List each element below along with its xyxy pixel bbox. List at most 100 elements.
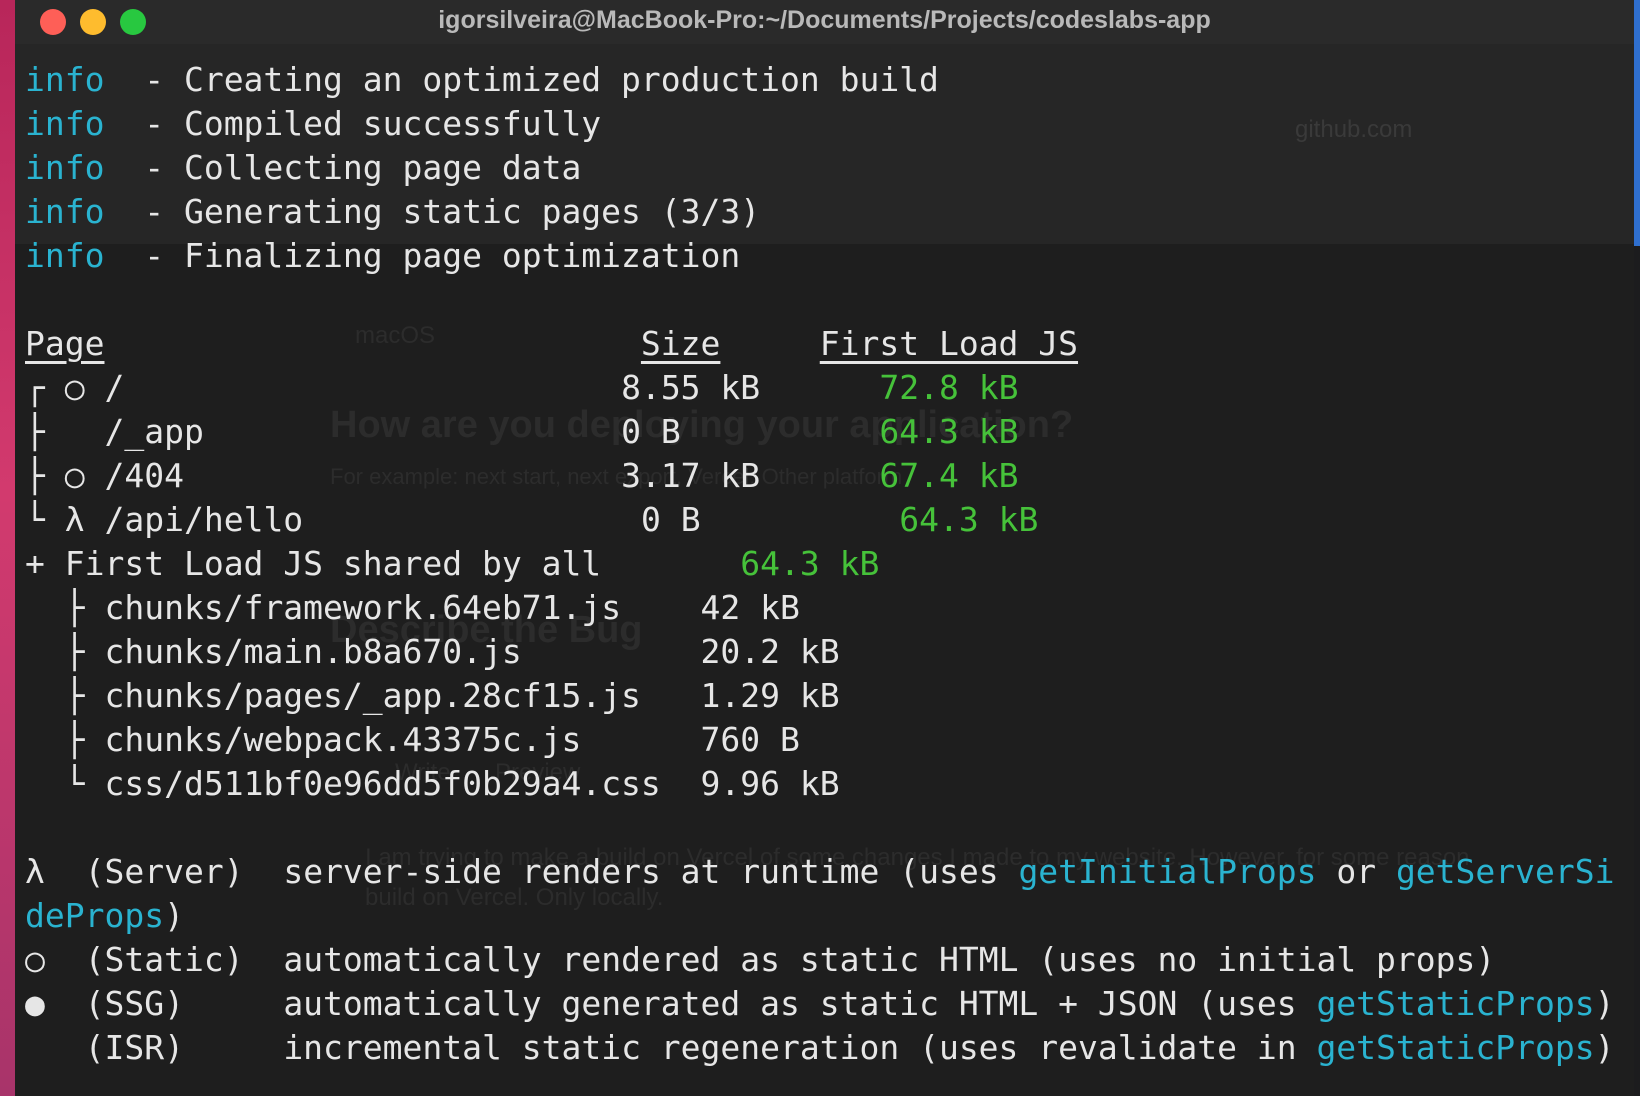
- route-path: /_app: [104, 412, 204, 451]
- chunk-size: 9.96 kB: [700, 764, 840, 803]
- get-static-props-link: getStaticProps: [1316, 984, 1595, 1023]
- legend-symbol: [25, 1028, 45, 1067]
- scrollbar-thumb[interactable]: [1634, 0, 1640, 246]
- chunk-row: ├ chunks/main.b8a670.js 20.2 kB: [25, 630, 1625, 674]
- tree-glyph: ┌: [25, 368, 45, 407]
- info-level: info: [25, 60, 105, 99]
- tree-glyph: ├: [25, 412, 45, 451]
- legend-text: ): [1594, 1028, 1615, 1067]
- get-initial-props-link: getInitialProps: [1018, 852, 1317, 891]
- info-level: info: [25, 236, 105, 275]
- legend-server-row-wrap: deProps): [25, 894, 1625, 938]
- window-title: igorsilveira@MacBook-Pro:~/Documents/Pro…: [438, 6, 1211, 34]
- shared-size: 64.3 kB: [740, 544, 880, 583]
- info-text: - Compiled successfully: [104, 104, 602, 143]
- get-static-props-link: getStaticProps: [1316, 1028, 1595, 1067]
- legend-label: (Static): [84, 940, 244, 979]
- route-first-load: 72.8 kB: [879, 368, 1019, 407]
- first-load-column-header: First Load JS: [819, 324, 1079, 363]
- chunk-size: 1.29 kB: [700, 676, 840, 715]
- chunk-name: chunks/pages/_app.28cf15.js: [104, 676, 641, 715]
- get-server-side-props-link: getServerSi: [1395, 852, 1615, 891]
- route-row: ├ ○ /404 3.17 kB 67.4 kB: [25, 454, 1625, 498]
- tree-glyph: └: [25, 500, 45, 539]
- info-line: info - Compiled successfully: [25, 102, 1625, 146]
- route-symbol: ○: [64, 456, 85, 495]
- route-row: ├ /_app 0 B 64.3 kB: [25, 410, 1625, 454]
- route-symbol: [65, 412, 85, 451]
- info-text: - Generating static pages (3/3): [104, 192, 761, 231]
- chunk-size: 760 B: [700, 720, 800, 759]
- tree-glyph: ├: [64, 632, 85, 671]
- route-path: /: [104, 368, 125, 407]
- info-level: info: [25, 148, 105, 187]
- info-text: - Finalizing page optimization: [104, 236, 741, 275]
- legend-label: (ISR): [84, 1028, 184, 1067]
- shared-label: First Load JS shared by all: [64, 544, 602, 583]
- info-line: info - Creating an optimized production …: [25, 58, 1625, 102]
- route-symbol: λ: [64, 500, 85, 539]
- legend-isr-row: (ISR) incremental static regeneration (u…: [25, 1026, 1625, 1070]
- route-path: /404: [104, 456, 184, 495]
- filled-circle-icon: ●: [25, 984, 45, 1023]
- legend-text: incremental static regeneration (uses re…: [283, 1028, 1317, 1067]
- terminal-window[interactable]: igorsilveira@MacBook-Pro:~/Documents/Pro…: [15, 0, 1634, 1096]
- info-line: info - Collecting page data: [25, 146, 1625, 190]
- tree-glyph: ├: [64, 588, 85, 627]
- info-level: info: [25, 192, 105, 231]
- chunk-name: chunks/main.b8a670.js: [104, 632, 522, 671]
- tree-glyph: └: [64, 764, 85, 803]
- route-path: /api/hello: [104, 500, 304, 539]
- legend-text: automatically rendered as static HTML (u…: [283, 940, 1496, 979]
- route-row: ┌ ○ / 8.55 kB 72.8 kB: [25, 366, 1625, 410]
- chunk-size: 20.2 kB: [700, 632, 840, 671]
- terminal-output[interactable]: info - Creating an optimized production …: [25, 58, 1625, 1070]
- chunk-size: 42 kB: [700, 588, 800, 627]
- route-first-load: 67.4 kB: [879, 456, 1019, 495]
- desktop-wallpaper-edge: [0, 0, 15, 1096]
- page-column-header: Page: [25, 324, 105, 363]
- lambda-symbol: λ: [25, 852, 45, 891]
- scrollbar-track[interactable]: [1634, 0, 1640, 1096]
- info-level: info: [25, 104, 105, 143]
- legend-server-row: λ (Server) server-side renders at runtim…: [25, 850, 1625, 894]
- route-first-load: 64.3 kB: [899, 500, 1039, 539]
- chunk-name: css/d511bf0e96dd5f0b29a4.css: [104, 764, 661, 803]
- chunk-row: └ css/d511bf0e96dd5f0b29a4.css 9.96 kB: [25, 762, 1625, 806]
- route-size: 3.17 kB: [621, 456, 761, 495]
- tree-glyph: ├: [64, 676, 85, 715]
- table-header-row: Page Size First Load JS: [25, 322, 1625, 366]
- window-titlebar[interactable]: igorsilveira@MacBook-Pro:~/Documents/Pro…: [15, 0, 1634, 45]
- chunk-row: ├ chunks/webpack.43375c.js 760 B: [25, 718, 1625, 762]
- route-size: 0 B: [621, 412, 681, 451]
- legend-label: (SSG): [84, 984, 184, 1023]
- legend-text: ): [164, 896, 184, 935]
- info-text: - Creating an optimized production build: [104, 60, 939, 99]
- chunk-row: ├ chunks/pages/_app.28cf15.js 1.29 kB: [25, 674, 1625, 718]
- legend-text: or: [1316, 852, 1396, 891]
- route-row: └ λ /api/hello 0 B 64.3 kB: [25, 498, 1625, 542]
- info-line: info - Generating static pages (3/3): [25, 190, 1625, 234]
- shared-prefix: +: [25, 544, 45, 583]
- legend-text: automatically generated as static HTML +…: [283, 984, 1317, 1023]
- chunk-name: chunks/webpack.43375c.js: [104, 720, 582, 759]
- size-column-header: Size: [640, 324, 721, 363]
- info-text: - Collecting page data: [104, 148, 582, 187]
- route-symbol: ○: [64, 368, 85, 407]
- legend-label: (Server): [84, 852, 244, 891]
- legend-text: ): [1594, 984, 1615, 1023]
- chunk-row: ├ chunks/framework.64eb71.js 42 kB: [25, 586, 1625, 630]
- info-line: info - Finalizing page optimization: [25, 234, 1625, 278]
- route-first-load: 64.3 kB: [879, 412, 1019, 451]
- get-server-side-props-link-wrap: deProps: [25, 896, 165, 935]
- route-size: 8.55 kB: [621, 368, 761, 407]
- shared-row: + First Load JS shared by all 64.3 kB: [25, 542, 1625, 586]
- legend-ssg-row: ● (SSG) automatically generated as stati…: [25, 982, 1625, 1026]
- route-size: 0 B: [640, 500, 701, 539]
- tree-glyph: ├: [64, 720, 85, 759]
- circle-icon: ○: [25, 940, 45, 979]
- tree-glyph: ├: [25, 456, 45, 495]
- legend-static-row: ○ (Static) automatically rendered as sta…: [25, 938, 1625, 982]
